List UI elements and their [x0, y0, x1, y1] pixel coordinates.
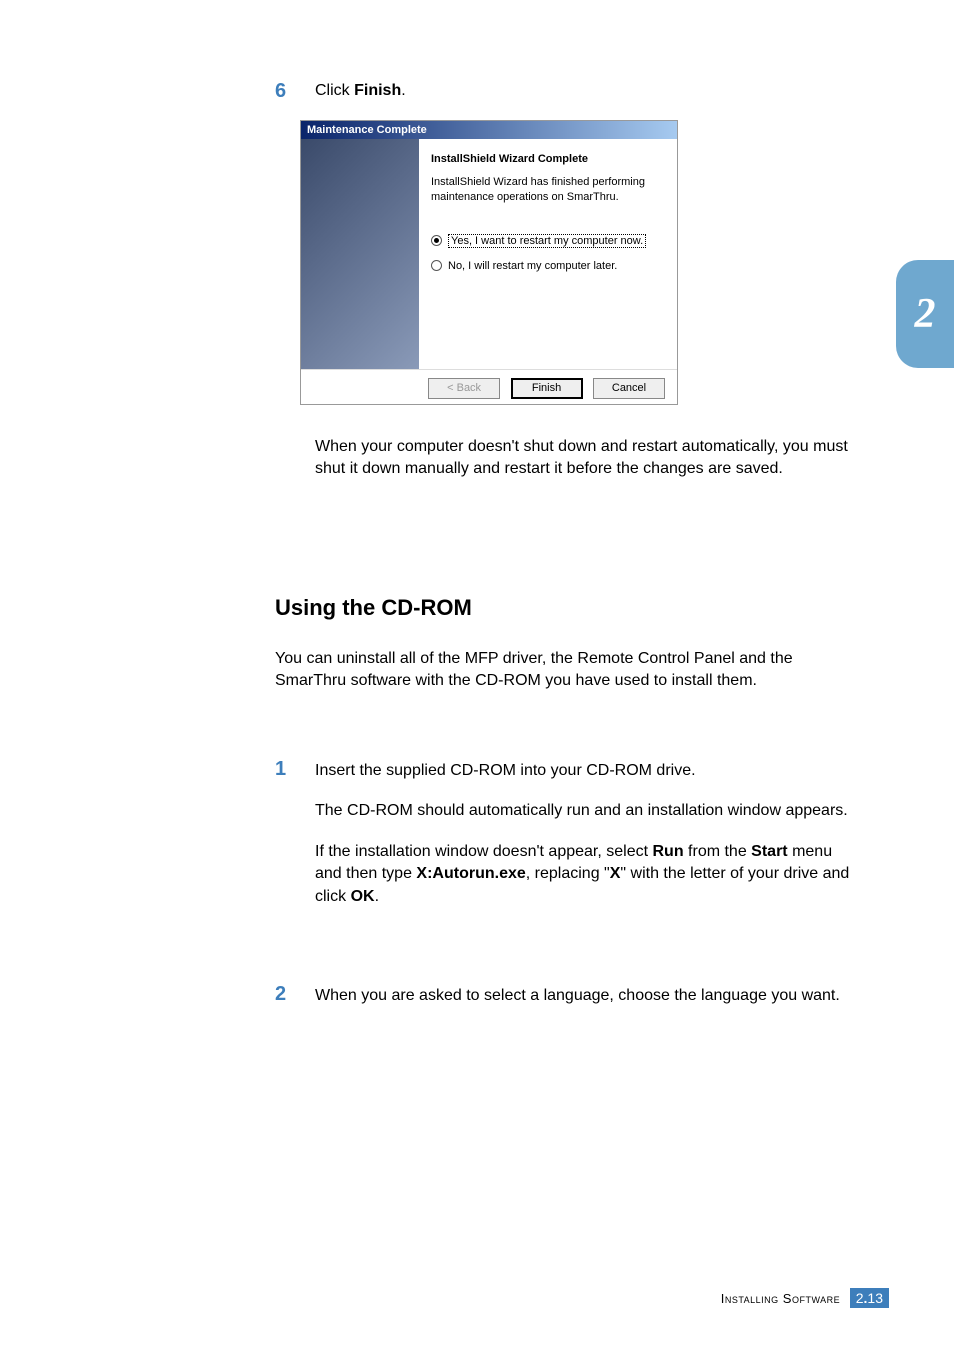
step1-ok-bold: OK — [351, 888, 375, 905]
maintenance-complete-dialog: Maintenance Complete InstallShield Wizar… — [300, 120, 678, 405]
section-intro-paragraph: You can uninstall all of the MFP driver,… — [275, 648, 860, 693]
step1-x-bold: X — [610, 865, 621, 882]
step2-text: When you are asked to select a language,… — [315, 985, 855, 1007]
step6-period: . — [401, 82, 405, 99]
step6-instruction: Click Finish. — [315, 82, 406, 100]
step1-p3a: If the installation window doesn't appea… — [315, 843, 652, 860]
step1-p2: The CD-ROM should automatically run and … — [315, 800, 855, 822]
footer-page-num: 13 — [867, 1290, 883, 1306]
page-footer: Installing Software 2.13 — [721, 1288, 889, 1308]
radio-restart-later[interactable]: No, I will restart my computer later. — [431, 260, 665, 272]
step-number-1: 1 — [275, 758, 286, 781]
section-heading-using-cdrom: Using the CD-ROM — [275, 595, 472, 621]
finish-button[interactable]: Finish — [511, 378, 583, 399]
step-number-6: 6 — [275, 80, 286, 103]
dialog-body: InstallShield Wizard Complete InstallShi… — [301, 139, 677, 369]
footer-section-label: Installing Software — [721, 1291, 840, 1306]
step6-finish: Finish — [354, 82, 401, 99]
dialog-paragraph: InstallShield Wizard has finished perfor… — [431, 175, 665, 206]
footer-page-chapter: 2 — [856, 1290, 864, 1306]
step1-run-bold: Run — [652, 843, 683, 860]
step1-autorun-bold: X:Autorun.exe — [416, 865, 525, 882]
radio-unselected-icon — [431, 260, 442, 271]
step1-p3: If the installation window doesn't appea… — [315, 841, 855, 908]
dialog-heading: InstallShield Wizard Complete — [431, 153, 665, 165]
radio-selected-icon — [431, 235, 442, 246]
step-number-2: 2 — [275, 983, 286, 1006]
step6-click: Click — [315, 82, 354, 99]
step1-p1: Insert the supplied CD-ROM into your CD-… — [315, 760, 855, 782]
radio-restart-now[interactable]: Yes, I want to restart my computer now. — [431, 234, 665, 248]
radio-restart-now-label: Yes, I want to restart my computer now. — [448, 234, 646, 248]
dialog-main: InstallShield Wizard Complete InstallShi… — [419, 139, 677, 369]
step1-start-bold: Start — [751, 843, 787, 860]
step1-p3c: from the — [684, 843, 752, 860]
back-button: < Back — [428, 378, 500, 399]
cancel-button[interactable]: Cancel — [593, 378, 665, 399]
restart-note-paragraph: When your computer doesn't shut down and… — [315, 436, 855, 481]
step1-block: Insert the supplied CD-ROM into your CD-… — [315, 760, 855, 926]
dialog-title: Maintenance Complete — [301, 121, 677, 139]
radio-restart-later-label: No, I will restart my computer later. — [448, 260, 617, 272]
footer-page-badge: 2.13 — [850, 1288, 889, 1308]
dialog-footer: < Back Finish Cancel — [301, 369, 677, 407]
dialog-sidebar-image — [301, 139, 419, 369]
step1-p3k: . — [375, 888, 379, 905]
chapter-tab: 2 — [896, 260, 954, 368]
step1-p3g: , replacing " — [526, 865, 610, 882]
